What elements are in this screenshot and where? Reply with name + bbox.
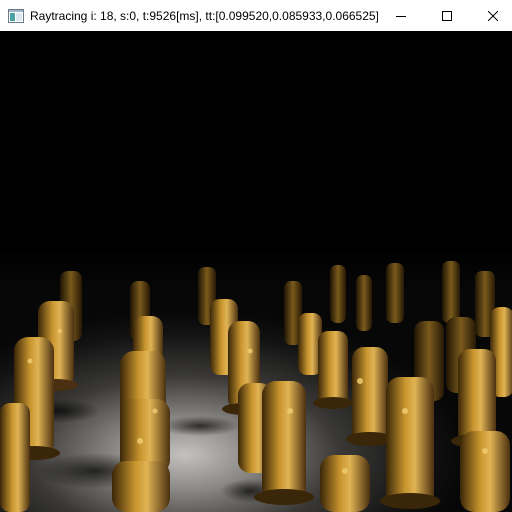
- close-icon: [488, 10, 498, 21]
- minimize-button[interactable]: [378, 0, 424, 31]
- title-bar[interactable]: Raytracing i: 18, s:0, t:9526[ms], tt:[0…: [0, 0, 512, 31]
- app-window: Raytracing i: 18, s:0, t:9526[ms], tt:[0…: [0, 0, 512, 512]
- render-viewport[interactable]: [0, 31, 512, 512]
- window-controls: [378, 0, 512, 31]
- minimize-icon: [396, 15, 406, 17]
- close-button[interactable]: [470, 0, 512, 31]
- maximize-button[interactable]: [424, 0, 470, 31]
- raytraced-render: [0, 246, 512, 512]
- maximize-icon: [442, 10, 452, 21]
- app-window-icon: [8, 8, 24, 24]
- window-title: Raytracing i: 18, s:0, t:9526[ms], tt:[0…: [30, 8, 378, 23]
